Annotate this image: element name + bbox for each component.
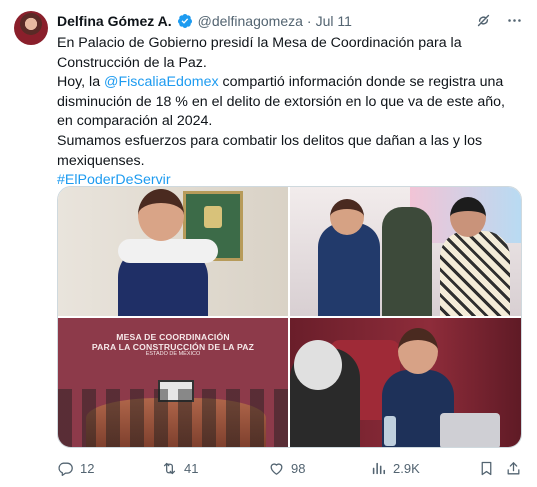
separator: · bbox=[306, 13, 312, 29]
repost-button[interactable]: 41 bbox=[161, 460, 198, 477]
photo-2[interactable] bbox=[290, 187, 521, 316]
views-icon bbox=[372, 462, 386, 474]
verified-badge-icon bbox=[177, 14, 192, 28]
person-head bbox=[398, 328, 438, 374]
media-grid: MESA DE COORDINACIÓN PARA LA CONSTRUCCIÓ… bbox=[57, 186, 522, 448]
mention-link[interactable]: @FiscaliaEdomex bbox=[104, 74, 219, 90]
reply-icon bbox=[58, 462, 73, 476]
like-count: 98 bbox=[291, 460, 306, 476]
repost-icon bbox=[163, 462, 176, 474]
bookmark-button[interactable] bbox=[478, 460, 495, 477]
heart-icon bbox=[270, 462, 283, 475]
meeting-banner-title: MESA DE COORDINACIÓN PARA LA CONSTRUCCIÓ… bbox=[58, 332, 288, 352]
photo-1[interactable] bbox=[58, 187, 288, 316]
views-count: 2.9K bbox=[393, 460, 420, 476]
bookmark-icon bbox=[481, 461, 492, 475]
header-actions bbox=[475, 12, 523, 29]
like-button[interactable]: 98 bbox=[268, 460, 305, 477]
action-bar: 12 41 98 2.9K bbox=[57, 459, 522, 477]
share-button[interactable] bbox=[505, 460, 522, 477]
display-name[interactable]: Delfina Gómez A. bbox=[57, 13, 172, 29]
timestamp[interactable]: Jul 11 bbox=[316, 13, 352, 29]
laptop bbox=[440, 413, 500, 447]
tweet-paragraph-1: En Palacio de Gobierno presidí la Mesa d… bbox=[57, 35, 462, 71]
handle[interactable]: @delfinagomeza bbox=[198, 13, 303, 29]
person-head bbox=[450, 197, 486, 237]
grok-icon[interactable] bbox=[475, 12, 492, 29]
repost-count: 41 bbox=[184, 460, 199, 476]
person-head bbox=[330, 199, 364, 235]
views-button[interactable]: 2.9K bbox=[370, 460, 420, 477]
person-figure bbox=[318, 223, 380, 316]
tweet-header: Delfina Gómez A. @delfinagomeza · Jul 11 bbox=[57, 12, 523, 30]
avatar[interactable] bbox=[14, 11, 48, 45]
person-arm bbox=[118, 239, 218, 263]
water-bottle bbox=[384, 416, 396, 446]
banner-line-1: MESA DE COORDINACIÓN bbox=[116, 332, 230, 342]
more-icon[interactable] bbox=[506, 12, 523, 29]
tweet: Delfina Gómez A. @delfinagomeza · Jul 11… bbox=[0, 0, 537, 487]
reply-count: 12 bbox=[80, 460, 95, 476]
tweet-paragraph-3: Sumamos esfuerzos para combatir los deli… bbox=[57, 132, 483, 169]
share-icon bbox=[507, 461, 520, 474]
tweet-paragraph-2: Hoy, la @FiscaliaEdomex compartió inform… bbox=[57, 73, 519, 132]
person-figure bbox=[440, 231, 510, 316]
meeting-banner-subtitle: ESTADO DE MÉXICO bbox=[145, 351, 201, 357]
person-head bbox=[138, 189, 184, 241]
photo-4[interactable] bbox=[290, 318, 521, 447]
reply-button[interactable]: 12 bbox=[57, 460, 94, 477]
text-fragment: Hoy, la bbox=[57, 74, 105, 91]
person-head bbox=[294, 340, 342, 390]
photo-3[interactable]: MESA DE COORDINACIÓN PARA LA CONSTRUCCIÓ… bbox=[58, 318, 288, 447]
meeting-attendees bbox=[58, 389, 288, 447]
tweet-text: En Palacio de Gobierno presidí la Mesa d… bbox=[57, 34, 519, 191]
person-figure bbox=[382, 207, 432, 316]
